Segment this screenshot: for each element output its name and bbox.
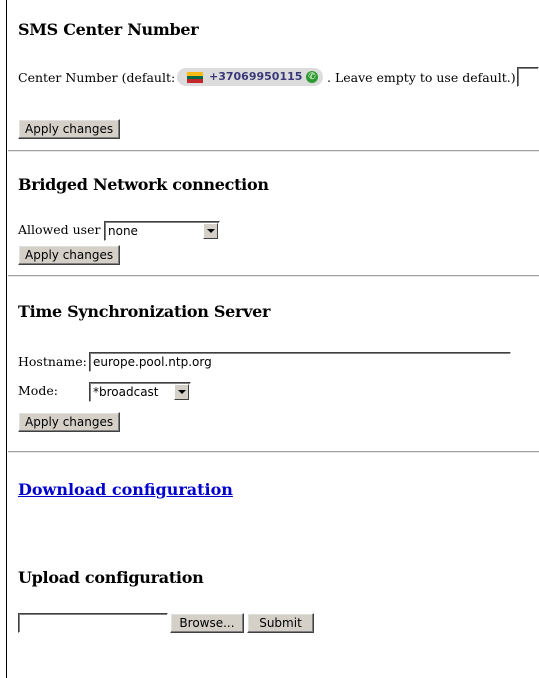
mode-label: Mode: (18, 383, 58, 398)
download-configuration-link[interactable]: Download configuration (18, 480, 233, 499)
browse-button[interactable]: Browse... (170, 613, 244, 633)
bridged-apply-button[interactable]: Apply changes (18, 245, 121, 265)
center-number-label-suffix: . Leave empty to use default.): (327, 70, 520, 85)
center-number-label-prefix: Center Number (default: (18, 70, 176, 85)
chevron-down-icon[interactable] (174, 384, 189, 400)
chevron-down-icon[interactable] (203, 223, 218, 239)
hostname-label: Hostname: (18, 354, 87, 369)
separator (8, 150, 539, 152)
mode-select[interactable]: *broadcast (89, 382, 191, 402)
allowed-user-label: Allowed user (18, 222, 101, 237)
submit-button[interactable]: Submit (247, 613, 314, 633)
time-sync-title: Time Synchronization Server (18, 302, 271, 321)
sms-center-title: SMS Center Number (18, 20, 199, 39)
separator (8, 275, 539, 277)
hostname-input[interactable]: europe.pool.ntp.org (89, 352, 511, 372)
bridged-network-title: Bridged Network connection (18, 175, 269, 194)
mode-value: *broadcast (93, 385, 159, 399)
sms-apply-button[interactable]: Apply changes (18, 119, 121, 139)
default-number: +37069950115 (209, 70, 303, 83)
separator (8, 451, 539, 453)
default-number-badge[interactable]: +37069950115 ✆ (177, 68, 323, 86)
page-left-border (6, 0, 7, 678)
allowed-user-select[interactable]: none (104, 221, 220, 241)
allowed-user-value: none (108, 224, 138, 238)
upload-file-input[interactable] (18, 613, 168, 633)
center-number-input[interactable] (517, 67, 539, 87)
upload-configuration-title: Upload configuration (18, 568, 204, 587)
phone-call-icon[interactable]: ✆ (306, 71, 318, 83)
time-sync-apply-button[interactable]: Apply changes (18, 412, 121, 432)
lithuania-flag-icon (187, 72, 203, 83)
